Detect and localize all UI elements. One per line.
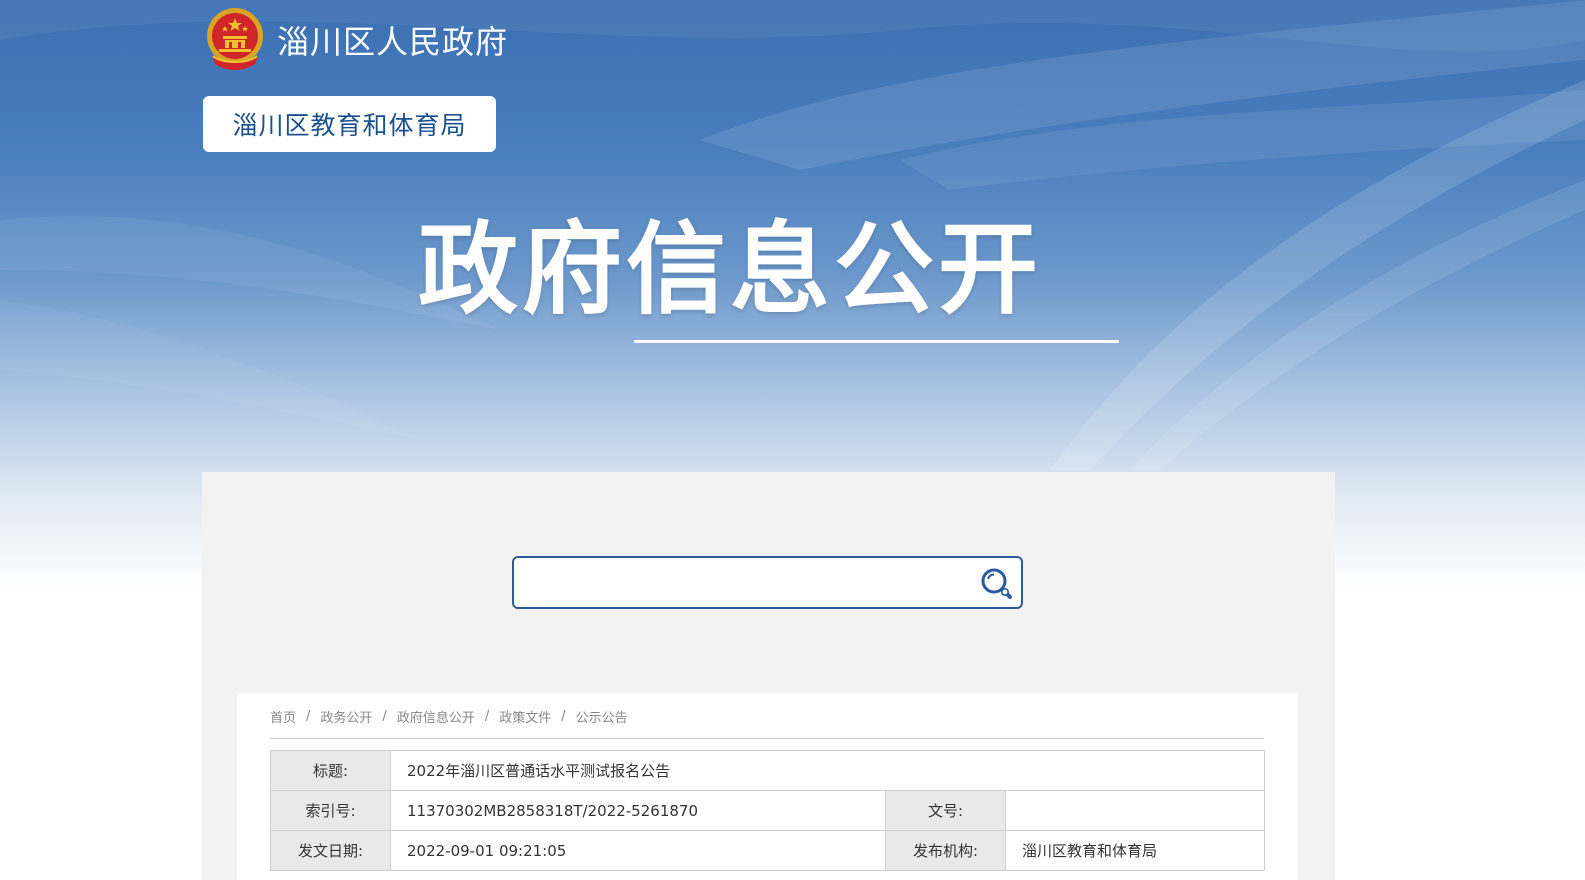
breadcrumb-policy-documents[interactable]: 政策文件 [499,707,551,726]
page-title: 政府信息公开 [418,211,1042,328]
publisher-value: 淄川区教育和体育局 [1005,830,1265,871]
publisher-label: 发布机构: [885,830,1006,871]
national-emblem-icon [207,8,263,70]
search-input[interactable] [524,566,968,601]
breadcrumb-separator: / [561,709,566,724]
page: 淄川区人民政府 淄川区教育和体育局 政府信息公开 首页 / 政务公开 / 政府信… [0,0,1585,880]
breadcrumb-home[interactable]: 首页 [270,707,296,726]
date-value: 2022-09-01 09:21:05 [390,830,886,871]
table-row: 索引号: 11370302MB2858318T/2022-5261870 文号: [270,790,1265,831]
title-value: 2022年淄川区普通话水平测试报名公告 [390,750,1265,791]
department-name: 淄川区教育和体育局 [232,111,467,140]
site-name: 淄川区人民政府 [277,23,509,61]
site-logo[interactable]: 淄川区人民政府 [203,6,508,74]
table-row: 发文日期: 2022-09-01 09:21:05 发布机构: 淄川区教育和体育… [270,830,1265,871]
department-badge[interactable]: 淄川区教育和体育局 [203,96,496,152]
index-value: 11370302MB2858318T/2022-5261870 [390,790,886,831]
date-label: 发文日期: [270,830,391,871]
breadcrumb-info-disclosure[interactable]: 政府信息公开 [397,707,475,726]
title-label: 标题: [270,750,391,791]
doc-number-label: 文号: [885,790,1006,831]
breadcrumb-announcements[interactable]: 公示公告 [576,707,628,726]
doc-number-value [1005,790,1265,831]
breadcrumb-government-affairs[interactable]: 政务公开 [320,707,372,726]
breadcrumb-separator: / [382,709,387,724]
breadcrumb-separator: / [306,709,311,724]
search-bar [512,556,1023,609]
table-row: 标题: 2022年淄川区普通话水平测试报名公告 [270,750,1265,791]
breadcrumb: 首页 / 政务公开 / 政府信息公开 / 政策文件 / 公示公告 [270,707,628,726]
search-icon[interactable] [979,566,1015,602]
document-meta-table: 标题: 2022年淄川区普通话水平测试报名公告 索引号: 11370302MB2… [270,750,1265,871]
breadcrumb-divider [270,738,1264,739]
breadcrumb-separator: / [484,709,490,724]
title-underline [634,340,1119,343]
index-label: 索引号: [270,790,391,831]
